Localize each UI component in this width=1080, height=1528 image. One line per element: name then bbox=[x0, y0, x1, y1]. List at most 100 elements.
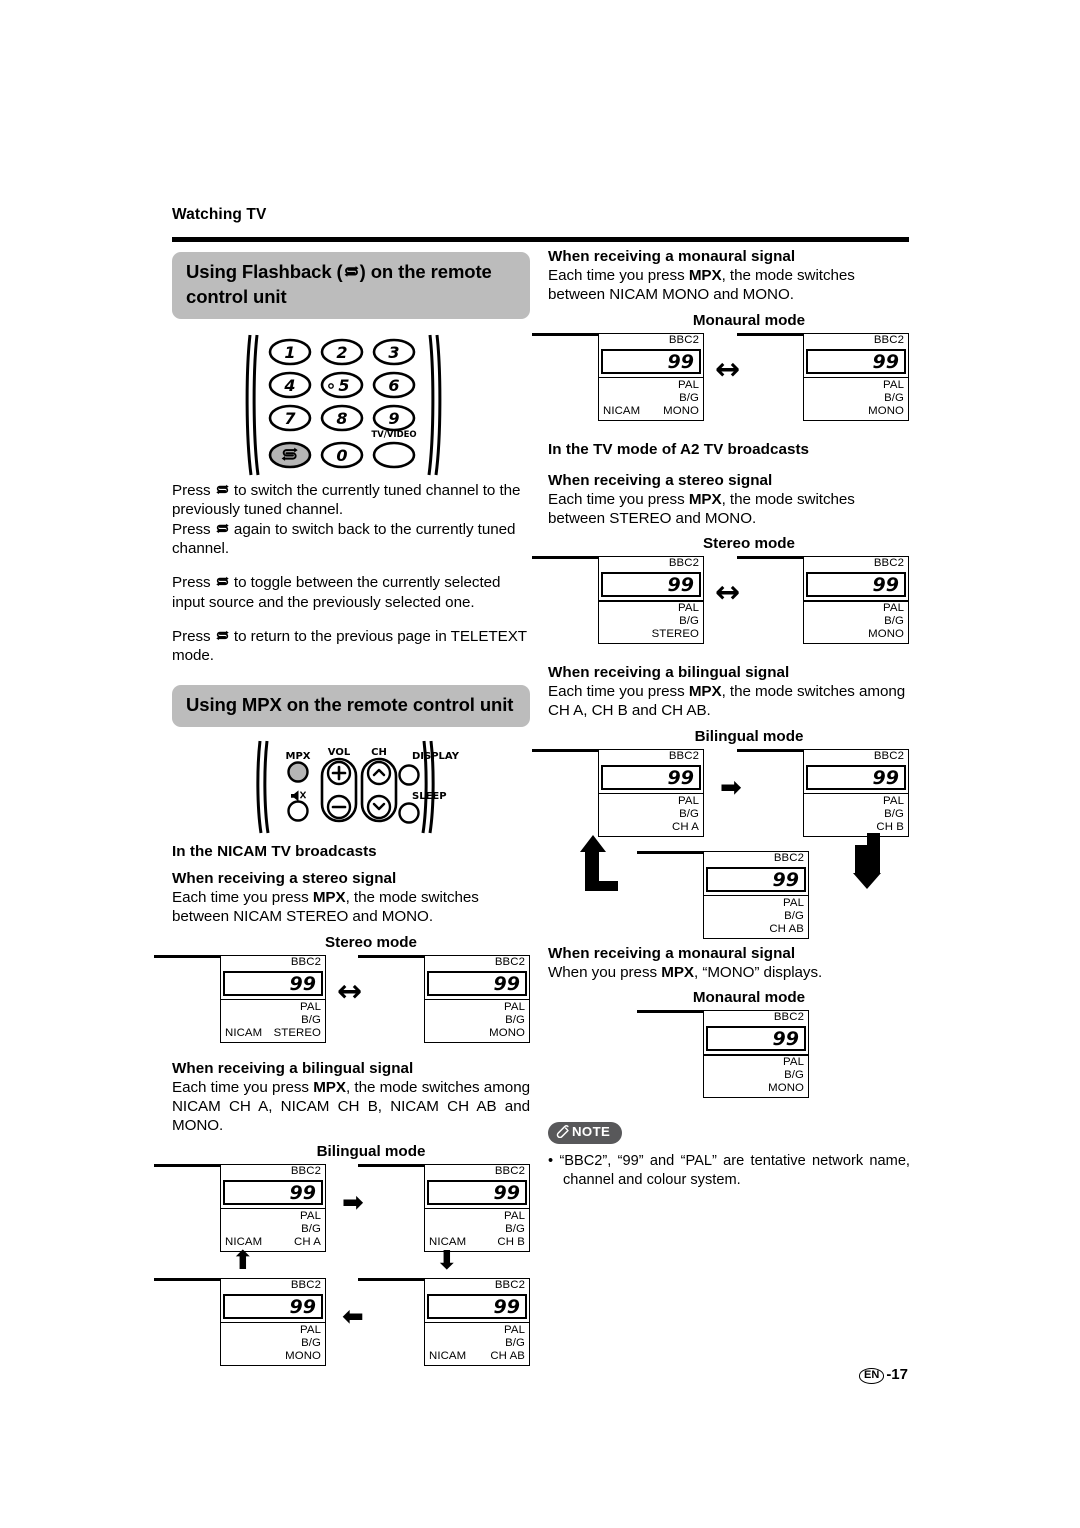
osd-network: BBC2 bbox=[873, 749, 904, 762]
osd-row-audio: NICAM CH AB bbox=[424, 1350, 530, 1362]
osd-lead-line bbox=[154, 1163, 220, 1167]
svg-text:2: 2 bbox=[336, 343, 347, 362]
osd-lead-line bbox=[637, 1010, 703, 1014]
osd-box-nicam-mono: BBC2 99 PAL B/G NICAM MONO bbox=[532, 332, 704, 421]
page-footer: EN -17 bbox=[859, 1366, 908, 1384]
osd-channel: 99 bbox=[872, 574, 899, 597]
nicam-stereo-diagram: BBC2 99 PAL B/G NICAM STEREO ↔ BBC2 99 PA… bbox=[154, 954, 530, 1043]
osd-row-system: B/G bbox=[784, 1069, 804, 1082]
osd-box-nicam-cha: BBC2 99 PAL B/G NICAM CH A bbox=[154, 1163, 326, 1252]
note-text-content: “BBC2”, “99” and “PAL” are tentative net… bbox=[559, 1153, 910, 1189]
svg-text:TV/VIDEO: TV/VIDEO bbox=[371, 430, 416, 440]
osd-network: BBC2 bbox=[290, 1278, 321, 1291]
osd-box-mono: BBC2 99 PAL B/G MONO bbox=[737, 332, 909, 421]
osd-channel: 99 bbox=[772, 868, 799, 891]
osd-channel-box: 99 bbox=[601, 572, 701, 598]
svg-text:4: 4 bbox=[283, 376, 295, 395]
svg-text:7: 7 bbox=[284, 409, 296, 428]
svg-text:6: 6 bbox=[388, 376, 399, 395]
osd-channel-box: 99 bbox=[601, 348, 701, 374]
osd-row-colour: PAL bbox=[504, 1323, 525, 1336]
osd-channel-box: 99 bbox=[223, 1293, 323, 1319]
arrow-elbow-right-icon bbox=[831, 832, 881, 895]
arrow-up-icon: ⬆ bbox=[232, 1245, 254, 1276]
osd-row-colour: PAL bbox=[883, 794, 904, 807]
nicam-bilingual-vertical-arrows: ⬆ ⬇ bbox=[172, 1248, 530, 1278]
a2-bilingual-text-bold: MPX bbox=[688, 683, 722, 701]
osd-lead-line bbox=[737, 556, 803, 560]
osd-lead-line bbox=[358, 1277, 424, 1281]
a2-monaural-text-pre: When you press bbox=[548, 963, 662, 981]
osd-channel-box: 99 bbox=[806, 572, 906, 598]
a2-bilingual-text-pre: Each time you press bbox=[548, 683, 689, 701]
osd-network: BBC2 bbox=[290, 955, 321, 968]
a2-stereo-text: Each time you press MPX, the mode switch… bbox=[548, 490, 910, 529]
a2-stereo-text-bold: MPX bbox=[688, 490, 722, 508]
osd-row-colour: PAL bbox=[678, 602, 699, 615]
osd-audio-right: MONO bbox=[768, 1082, 804, 1095]
osd-audio-right: MONO bbox=[868, 628, 904, 641]
osd-lead-line bbox=[358, 954, 424, 958]
remote-keypad-illustration: 1 2 3 4 5 6 7 8 9 0 TV/VIDEO bbox=[172, 331, 530, 479]
osd-row-audio: CH B bbox=[803, 821, 909, 833]
a2-stereo-caption: Stereo mode bbox=[703, 535, 795, 553]
pencil-icon bbox=[556, 1125, 570, 1141]
flashback-paragraph-2: Press again to switch back to the curren… bbox=[172, 520, 530, 559]
osd-audio-right: CH B bbox=[876, 820, 904, 833]
osd-audio-right: CH AB bbox=[769, 922, 804, 935]
osd-box-nicam-stereo: BBC2 99 PAL B/G NICAM STEREO bbox=[154, 954, 326, 1043]
flashback-inline-icon-2 bbox=[215, 521, 230, 538]
note-bullet: • bbox=[548, 1153, 554, 1170]
osd-row-audio: MONO bbox=[424, 1027, 530, 1039]
osd-row-audio: MONO bbox=[803, 405, 909, 417]
flashback-inline-icon-1 bbox=[215, 482, 230, 499]
section-heading-flashback-text-a: Using Flashback ( bbox=[186, 261, 343, 282]
nicam-bilingual-text-bold: MPX bbox=[313, 1078, 346, 1096]
nicam-monaural-caption: Monaural mode bbox=[692, 311, 806, 329]
osd-lead-line bbox=[154, 954, 220, 958]
osd-box-nicam-chab: BBC2 99 PAL B/G NICAM CH AB bbox=[358, 1277, 530, 1366]
osd-lead-line bbox=[737, 332, 803, 336]
osd-row-system: B/G bbox=[301, 1013, 321, 1026]
osd-audio-right: STEREO bbox=[273, 1026, 321, 1039]
osd-row-audio: STEREO bbox=[598, 628, 704, 640]
note-text: • “BBC2”, “99” and “PAL” are tentative n… bbox=[548, 1152, 910, 1190]
nicam-stereo-subheading: When receiving a stereo signal bbox=[172, 870, 397, 888]
osd-audio-right: MONO bbox=[663, 404, 699, 417]
osd-channel: 99 bbox=[667, 574, 694, 597]
osd-row-system: B/G bbox=[884, 615, 904, 628]
osd-row-system: B/G bbox=[505, 1336, 525, 1349]
a2-bilingual-text: Each time you press MPX, the mode switch… bbox=[548, 682, 910, 721]
osd-row-audio: CH AB bbox=[703, 923, 809, 935]
osd-row-system: B/G bbox=[884, 807, 904, 820]
arrow-left-icon: ⬅ bbox=[342, 1301, 364, 1332]
svg-text:CH: CH bbox=[371, 747, 387, 758]
osd-row-audio: NICAM STEREO bbox=[220, 1027, 326, 1039]
para4-pre: Press bbox=[172, 627, 211, 645]
osd-row-colour: PAL bbox=[783, 1056, 804, 1069]
osd-row-system: B/G bbox=[679, 391, 699, 404]
osd-row-colour: PAL bbox=[678, 378, 699, 391]
svg-text:SLEEP: SLEEP bbox=[412, 791, 447, 802]
osd-network: BBC2 bbox=[873, 557, 904, 570]
osd-channel: 99 bbox=[289, 972, 316, 995]
osd-row-system: B/G bbox=[884, 391, 904, 404]
osd-lead-line bbox=[532, 556, 598, 560]
osd-row-system: B/G bbox=[301, 1336, 321, 1349]
a2-monaural-caption: Monaural mode bbox=[692, 989, 806, 1007]
osd-lead-line bbox=[637, 850, 703, 854]
a2-stereo-text-pre: Each time you press bbox=[548, 490, 689, 508]
nicam-monaural-subheading: When receiving a monaural signal bbox=[548, 248, 796, 265]
osd-channel: 99 bbox=[289, 1181, 316, 1204]
svg-text:9: 9 bbox=[388, 409, 399, 428]
flashback-icon bbox=[343, 263, 360, 286]
osd-audio-right: CH AB bbox=[490, 1349, 525, 1362]
svg-text:VOL: VOL bbox=[328, 747, 351, 758]
osd-row-audio: NICAM MONO bbox=[598, 405, 704, 417]
osd-lead-line bbox=[358, 1163, 424, 1167]
a2-stereo-subheading: When receiving a stereo signal bbox=[548, 471, 773, 489]
